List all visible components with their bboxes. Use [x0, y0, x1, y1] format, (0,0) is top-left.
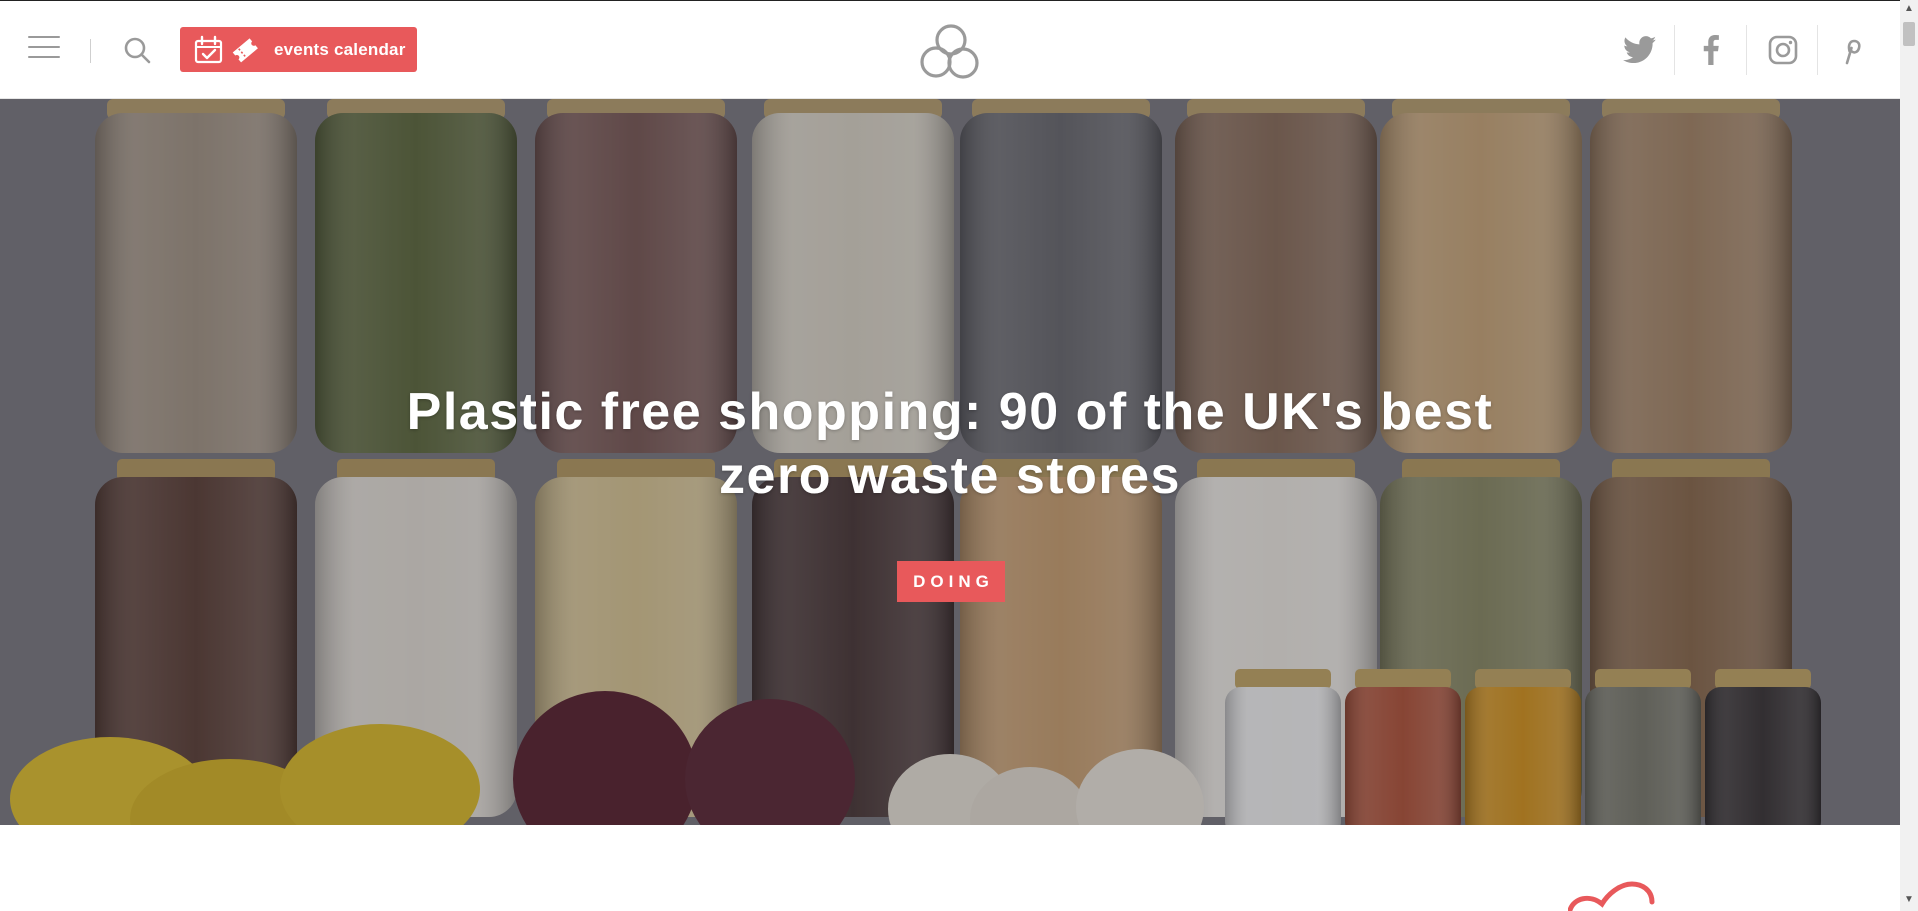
search-icon[interactable] [122, 35, 152, 65]
events-calendar-button[interactable]: events calendar [180, 27, 417, 72]
pinterest-icon[interactable] [1817, 25, 1887, 75]
header-divider [90, 39, 91, 63]
facebook-icon[interactable] [1676, 25, 1746, 75]
hamburger-menu-icon[interactable] [28, 36, 60, 62]
hero-title[interactable]: Plastic free shopping: 90 of the UK's be… [350, 380, 1550, 508]
calendar-check-icon [194, 35, 224, 65]
social-divider [1746, 25, 1747, 75]
hero-featured-article[interactable]: Plastic free shopping: 90 of the UK's be… [0, 99, 1900, 825]
twitter-icon[interactable] [1605, 25, 1675, 75]
category-badge[interactable]: DOING [897, 561, 1005, 602]
scroll-down-arrow-icon[interactable]: ▼ [1900, 894, 1918, 908]
ticket-icon [230, 35, 260, 65]
three-circles-logo[interactable] [919, 21, 983, 79]
scroll-up-arrow-icon[interactable]: ▲ [1900, 3, 1918, 17]
heart-logo-mark [1568, 881, 1655, 911]
events-calendar-label: events calendar [274, 39, 406, 59]
instagram-icon[interactable] [1748, 25, 1818, 75]
scroll-thumb[interactable] [1903, 22, 1915, 46]
site-header: events calendar [0, 1, 1900, 99]
page-scrollbar[interactable]: ▲ ▼ [1900, 0, 1918, 911]
social-divider [1674, 25, 1675, 75]
